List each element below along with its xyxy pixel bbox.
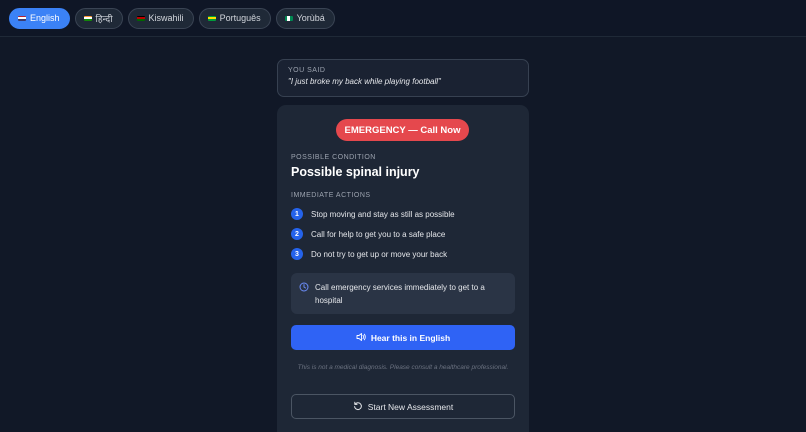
lang-label: हिन्दी bbox=[95, 13, 113, 24]
step-number: 3 bbox=[291, 248, 303, 260]
lang-label: Kiswahili bbox=[148, 13, 184, 23]
refresh-icon bbox=[353, 401, 363, 413]
condition-title: Possible spinal injury bbox=[291, 165, 420, 179]
condition-label: POSSIBLE CONDITION bbox=[291, 154, 376, 161]
emergency-notice: Call emergency services immediately to g… bbox=[291, 273, 515, 314]
clock-icon bbox=[299, 282, 309, 314]
lang-label: Yorùbá bbox=[296, 13, 325, 23]
lang-swahili-button[interactable]: Kiswahili bbox=[127, 7, 194, 29]
us-flag-icon bbox=[18, 15, 26, 21]
step-number: 1 bbox=[291, 208, 303, 220]
assessment-card: EMERGENCY — Call Now POSSIBLE CONDITION … bbox=[277, 105, 529, 432]
disclaimer-text: This is not a medical diagnosis. Please … bbox=[297, 364, 509, 371]
nigeria-flag-icon bbox=[284, 15, 293, 21]
action-text: Do not try to get up or move your back bbox=[311, 249, 448, 259]
kenya-flag-icon bbox=[136, 15, 145, 21]
india-flag-icon bbox=[83, 15, 92, 21]
lang-portuguese-button[interactable]: Português bbox=[198, 7, 271, 29]
language-bar: English हिन्दी Kiswahili Português Yorùb… bbox=[0, 0, 806, 37]
transcript-text: "I just broke my back while playing foot… bbox=[288, 77, 441, 86]
lang-label: Português bbox=[219, 13, 261, 23]
action-item: 2 Call for help to get you to a safe pla… bbox=[291, 228, 445, 240]
action-text: Stop moving and stay as still as possibl… bbox=[311, 209, 455, 219]
you-said-label: YOU SAID bbox=[288, 67, 326, 74]
lang-hindi-button[interactable]: हिन्दी bbox=[74, 7, 123, 29]
hear-audio-button[interactable]: Hear this in English bbox=[291, 325, 515, 350]
hear-button-label: Hear this in English bbox=[370, 332, 451, 343]
action-item: 3 Do not try to get up or move your back bbox=[291, 248, 447, 260]
speaker-icon bbox=[356, 332, 366, 344]
emergency-badge[interactable]: EMERGENCY — Call Now bbox=[336, 119, 469, 141]
action-item: 1 Stop moving and stay as still as possi… bbox=[291, 208, 455, 220]
action-text: Call for help to get you to a safe place bbox=[311, 229, 446, 239]
you-said-box: YOU SAID "I just broke my back while pla… bbox=[277, 59, 529, 97]
actions-label: IMMEDIATE ACTIONS bbox=[291, 192, 371, 199]
lang-english-button[interactable]: English bbox=[9, 7, 70, 29]
lang-yoruba-button[interactable]: Yorùbá bbox=[275, 7, 335, 29]
start-new-assessment-button[interactable]: Start New Assessment bbox=[291, 394, 515, 419]
step-number: 2 bbox=[291, 228, 303, 240]
restart-button-label: Start New Assessment bbox=[367, 401, 454, 412]
brazil-flag-icon bbox=[207, 15, 216, 21]
lang-label: English bbox=[30, 13, 60, 23]
notice-text: Call emergency services immediately to g… bbox=[315, 283, 485, 305]
